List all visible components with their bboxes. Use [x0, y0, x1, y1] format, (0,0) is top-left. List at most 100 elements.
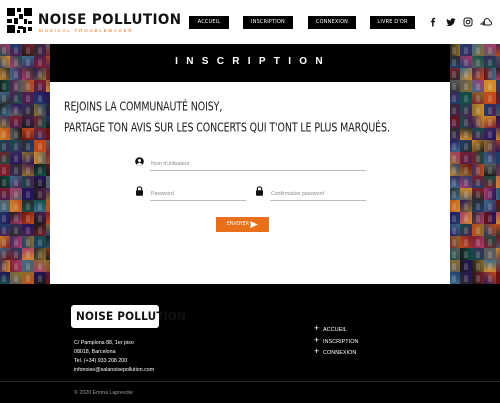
collage-photo-tile	[450, 260, 460, 272]
collage-photo-tile	[496, 272, 500, 284]
collage-photo-tile	[0, 248, 10, 260]
collage-photo-tile	[484, 176, 496, 188]
collage-photo-tile	[450, 92, 460, 104]
collage-photo-tile	[34, 164, 46, 176]
send-icon	[250, 221, 258, 228]
collage-photo-tile	[496, 188, 500, 200]
facebook-icon[interactable]	[428, 17, 438, 27]
collage-photo-tile	[10, 140, 22, 152]
soundcloud-icon[interactable]	[480, 17, 492, 27]
collage-photo-tile	[0, 176, 10, 188]
collage-photo-tile	[472, 140, 484, 152]
collage-photo-tile	[0, 140, 10, 152]
email-link[interactable]: infonoise@salanoisepollution.com	[74, 367, 154, 373]
collage-photo-tile	[10, 92, 22, 104]
collage-photo-tile	[496, 104, 500, 116]
collage-photo-tile	[34, 44, 46, 56]
collage-photo-tile	[484, 188, 496, 200]
brand-subtitle: MUSICAL TROUBLEMAKER	[39, 28, 134, 33]
collage-photo-tile	[22, 272, 34, 284]
collage-photo-tile	[34, 152, 46, 164]
collage-photo-tile	[460, 272, 472, 284]
collage-photo-tile	[34, 92, 46, 104]
collage-photo-tile	[34, 260, 46, 272]
collage-photo-tile	[472, 104, 484, 116]
collage-photo-tile	[460, 44, 472, 56]
collage-photo-tile	[34, 80, 46, 92]
collage-photo-tile	[460, 188, 472, 200]
collage-photo-tile	[496, 164, 500, 176]
collage-photo-tile	[450, 188, 460, 200]
collage-photo-tile	[450, 104, 460, 116]
logo-mark-icon[interactable]	[7, 8, 32, 33]
username-input[interactable]	[150, 158, 366, 171]
collage-photo-tile	[496, 260, 500, 272]
collage-photo-tile	[472, 92, 484, 104]
collage-photo-tile	[22, 248, 34, 260]
collage-photo-tile	[34, 140, 46, 152]
collage-photo-tile	[460, 164, 472, 176]
collage-photo-tile	[460, 200, 472, 212]
nav-connexion[interactable]: CONNEXION	[308, 16, 356, 29]
collage-photo-tile	[34, 224, 46, 236]
collage-photo-tile	[496, 128, 500, 140]
collage-photo-tile	[10, 104, 22, 116]
collage-photo-tile	[472, 128, 484, 140]
collage-photo-tile	[450, 44, 460, 56]
collage-photo-tile	[484, 92, 496, 104]
collage-photo-tile	[34, 272, 46, 284]
twitter-icon[interactable]	[446, 17, 456, 27]
submit-button[interactable]: ENVOYER	[216, 217, 269, 232]
collage-photo-tile	[450, 80, 460, 92]
password-input[interactable]	[150, 188, 246, 201]
collage-photo-tile	[450, 164, 460, 176]
footer-logo-text: NOISE POLLUTION	[76, 310, 186, 324]
collage-photo-tile	[10, 176, 22, 188]
collage-photo-tile	[22, 260, 34, 272]
collage-photo-tile	[22, 152, 34, 164]
collage-photo-tile	[450, 56, 460, 68]
collage-photo-tile	[10, 44, 22, 56]
collage-photo-tile	[496, 176, 500, 188]
nav-livre-dor[interactable]: LIVRE D'OR	[370, 16, 415, 29]
collage-photo-tile	[484, 104, 496, 116]
page-title: INSCRIPTION	[175, 56, 331, 67]
collage-photo-tile	[22, 80, 34, 92]
nav-inscription[interactable]: INSCRIPTION	[243, 16, 293, 29]
collage-photo-tile	[450, 140, 460, 152]
collage-photo-tile	[10, 212, 22, 224]
collage-photo-tile	[472, 200, 484, 212]
collage-photo-tile	[22, 92, 34, 104]
brand-title[interactable]: NOISE POLLUTION	[38, 11, 182, 28]
collage-photo-tile	[22, 164, 34, 176]
instagram-icon[interactable]	[463, 17, 473, 27]
collage-photo-tile	[496, 80, 500, 92]
collage-photo-tile	[460, 248, 472, 260]
collage-photo-tile	[34, 200, 46, 212]
page-title-band: INSCRIPTION	[50, 44, 450, 82]
collage-photo-tile	[0, 224, 10, 236]
collage-photo-tile	[22, 44, 34, 56]
collage-photo-tile	[10, 128, 22, 140]
collage-photo-tile	[22, 128, 34, 140]
collage-photo-tile	[484, 224, 496, 236]
collage-photo-tile	[450, 248, 460, 260]
collage-photo-tile	[10, 164, 22, 176]
collage-photo-tile	[22, 212, 34, 224]
collage-photo-tile	[450, 200, 460, 212]
collage-photo-tile	[496, 44, 500, 56]
footer-logo[interactable]: NOISE POLLUTION	[71, 305, 186, 328]
confirm-password-input[interactable]	[270, 188, 366, 201]
collage-photo-tile	[0, 116, 10, 128]
collage-photo-tile	[22, 224, 34, 236]
collage-photo-tile	[472, 56, 484, 68]
collage-photo-tile	[472, 68, 484, 80]
collage-photo-tile	[0, 92, 10, 104]
collage-photo-tile	[460, 140, 472, 152]
collage-photo-tile	[34, 248, 46, 260]
nav-accueil[interactable]: ACCUEIL	[189, 16, 229, 29]
collage-photo-tile	[472, 212, 484, 224]
collage-photo-tile	[0, 68, 10, 80]
collage-photo-tile	[0, 128, 10, 140]
collage-photo-tile	[34, 188, 46, 200]
